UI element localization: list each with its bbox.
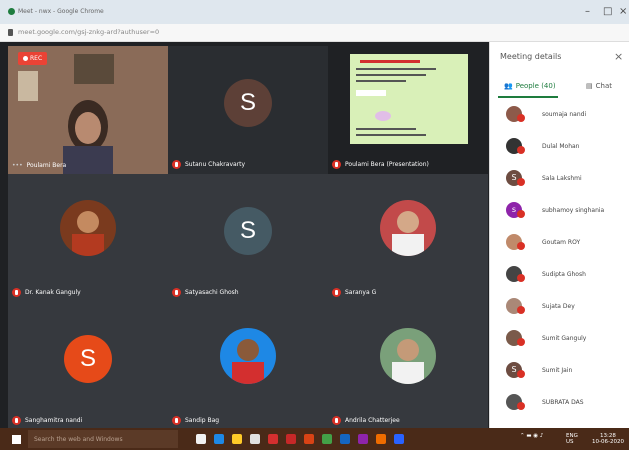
mic-off-icon: [517, 114, 525, 122]
tile-name: Sandip Bag: [172, 416, 219, 425]
app-icon[interactable]: [340, 434, 350, 444]
mic-off-icon: [517, 306, 525, 314]
store-icon[interactable]: [250, 434, 260, 444]
presentation-slide-icon: [350, 54, 468, 144]
tile-name: Dr. Kanak Ganguly: [12, 288, 81, 297]
record-dot-icon: [23, 56, 28, 61]
close-icon[interactable]: ×: [614, 50, 623, 63]
mic-off-icon: [332, 416, 341, 425]
mic-off-icon: [12, 416, 21, 425]
chrome-icon[interactable]: [322, 434, 332, 444]
browser-titlebar: Meet - nwx - Google Chrome – □ ×: [0, 0, 629, 24]
taskbar-search[interactable]: Search the web and Windows: [28, 430, 178, 448]
mic-off-icon: [517, 370, 525, 378]
list-item[interactable]: Goutam ROY: [490, 226, 629, 258]
meet-favicon-icon: [8, 8, 15, 15]
list-item[interactable]: S Sumit Jain: [490, 354, 629, 386]
tile-name: Saranya G: [332, 288, 376, 297]
video-feed-icon: [8, 46, 168, 174]
recording-badge: REC: [18, 52, 48, 65]
mic-off-icon: [172, 288, 181, 297]
tile-name: Sutanu Chakravarty: [172, 160, 245, 169]
media-icon[interactable]: [358, 434, 368, 444]
presentation-tile[interactable]: Poulami Bera (Presentation): [328, 46, 488, 174]
mic-off-icon: [517, 242, 525, 250]
avatar: S: [224, 79, 272, 127]
profile-photo: [380, 200, 436, 256]
participant-list[interactable]: soumaja nandi Dulal Mohan S Sala Lakshmi…: [490, 98, 629, 428]
windows-start-icon[interactable]: [12, 435, 21, 444]
participant-tile[interactable]: Dr. Kanak Ganguly: [8, 174, 168, 302]
maximize-icon[interactable]: □: [603, 6, 612, 17]
mic-off-icon: [172, 160, 181, 169]
mic-off-icon: [517, 274, 525, 282]
list-item[interactable]: S Sala Lakshmi: [490, 162, 629, 194]
participant-tile[interactable]: S Sutanu Chakravarty: [168, 46, 328, 174]
minimize-icon[interactable]: –: [585, 6, 590, 17]
tile-name: Satyasachi Ghosh: [172, 288, 239, 297]
mic-off-icon: [332, 160, 341, 169]
mic-off-icon: [172, 416, 181, 425]
list-item[interactable]: soumaja nandi: [490, 98, 629, 130]
list-item[interactable]: Dulal Mohan: [490, 130, 629, 162]
mic-off-icon: [332, 288, 341, 297]
powerpoint-icon[interactable]: [304, 434, 314, 444]
more-icon[interactable]: •••: [12, 162, 23, 169]
list-item[interactable]: Sudipta Ghosh: [490, 258, 629, 290]
tab-chat[interactable]: ▤ Chat: [586, 82, 612, 90]
url-text[interactable]: meet.google.com/gsj-znkg-ard?authuser=0: [18, 28, 159, 36]
tab-people[interactable]: 👥 People (40): [504, 82, 556, 90]
mic-off-icon: [517, 402, 525, 410]
language-indicator[interactable]: ENG US: [566, 433, 578, 445]
participant-tile[interactable]: Saranya G: [328, 174, 488, 302]
word-icon[interactable]: [394, 434, 404, 444]
list-item[interactable]: SUBRATA DAS: [490, 386, 629, 418]
mail-icon[interactable]: [268, 434, 278, 444]
avatar: S: [224, 207, 272, 255]
close-window-icon[interactable]: ×: [619, 6, 627, 17]
list-item[interactable]: Sumit Ganguly: [490, 322, 629, 354]
task-view-icon[interactable]: [196, 434, 206, 444]
panel-tabs: 👥 People (40) ▤ Chat: [490, 78, 629, 98]
participant-tile[interactable]: Andrila Chatterjee: [328, 302, 488, 430]
lock-icon: [8, 29, 13, 36]
pdf-icon[interactable]: [286, 434, 296, 444]
profile-photo: [220, 328, 276, 384]
mic-off-icon: [517, 178, 525, 186]
tile-name: ••• Poulami Bera: [12, 162, 67, 169]
meeting-grid: REC ••• Poulami Bera S Sutanu Chakravart…: [0, 42, 489, 430]
windows-taskbar: Search the web and Windows ⌃ ▬ ◉ ♪ ENG U…: [0, 428, 629, 450]
tile-name: Andrila Chatterjee: [332, 416, 400, 425]
participant-tile[interactable]: Sandip Bag: [168, 302, 328, 430]
chat-icon: ▤: [586, 82, 593, 90]
participant-tile[interactable]: REC ••• Poulami Bera: [8, 46, 168, 174]
list-item[interactable]: s subhamoy singhania: [490, 194, 629, 226]
tile-name: Sanghamitra nandi: [12, 416, 82, 425]
list-item[interactable]: Sujata Dey: [490, 290, 629, 322]
address-bar[interactable]: meet.google.com/gsj-znkg-ard?authuser=0: [0, 24, 629, 42]
edge-icon[interactable]: [214, 434, 224, 444]
meeting-details-panel: Meeting details × 👥 People (40) ▤ Chat s…: [489, 42, 629, 428]
mic-off-icon: [517, 210, 525, 218]
mic-off-icon: [517, 338, 525, 346]
panel-title: Meeting details: [500, 52, 562, 61]
paint-icon[interactable]: [376, 434, 386, 444]
participant-tile[interactable]: S Satyasachi Ghosh: [168, 174, 328, 302]
system-tray-icons[interactable]: ⌃ ▬ ◉ ♪: [520, 433, 543, 439]
mic-off-icon: [517, 146, 525, 154]
participant-tile[interactable]: S Sanghamitra nandi: [8, 302, 168, 430]
people-icon: 👥: [504, 82, 513, 90]
profile-photo: [380, 328, 436, 384]
tile-name: Poulami Bera (Presentation): [332, 160, 429, 169]
window-title: Meet - nwx - Google Chrome: [18, 8, 104, 15]
clock[interactable]: 13:28 10-06-2020: [592, 433, 624, 445]
file-explorer-icon[interactable]: [232, 434, 242, 444]
mic-off-icon: [12, 288, 21, 297]
profile-photo: [60, 200, 116, 256]
avatar: S: [64, 335, 112, 383]
